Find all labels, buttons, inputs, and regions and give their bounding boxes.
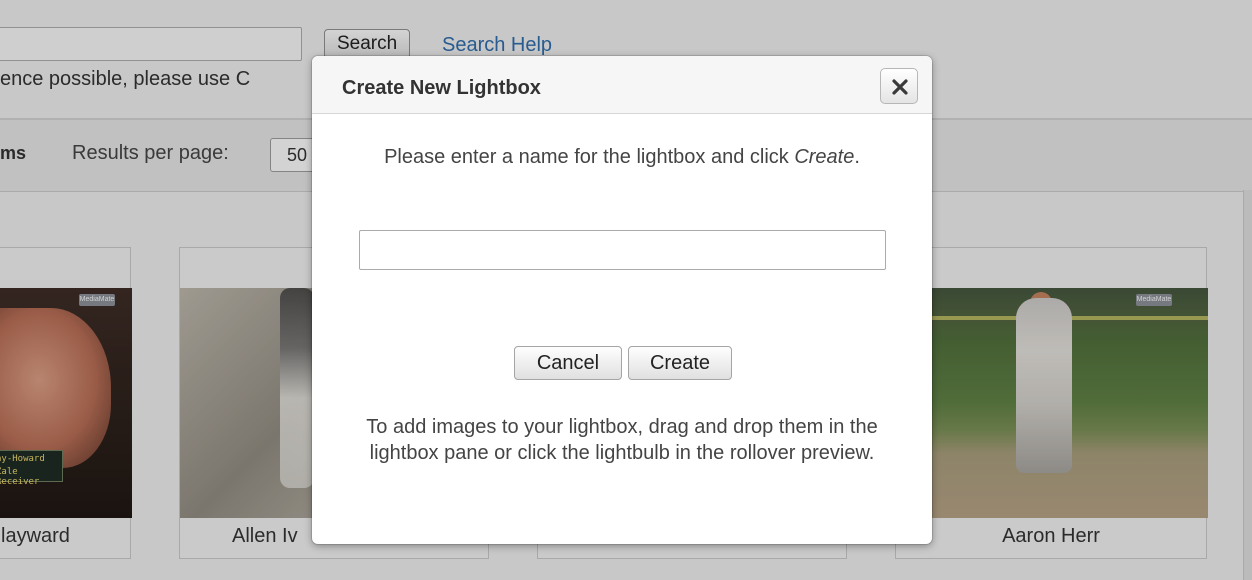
dialog-help-text: To add images to your lightbox, drag and… bbox=[366, 416, 878, 464]
close-button[interactable] bbox=[880, 68, 918, 104]
instruction-create-emphasis: Create bbox=[794, 146, 855, 168]
dialog-instruction: Please enter a name for the lightbox and… bbox=[342, 144, 902, 170]
create-button[interactable]: Create bbox=[628, 346, 732, 380]
dialog-header: Create New Lightbox bbox=[312, 56, 932, 114]
close-icon bbox=[892, 79, 908, 95]
instruction-period: . bbox=[854, 146, 860, 168]
lightbox-name-input[interactable] bbox=[359, 230, 886, 270]
create-lightbox-dialog: Create New Lightbox Please enter a name … bbox=[312, 56, 932, 544]
cancel-button[interactable]: Cancel bbox=[514, 346, 622, 380]
dialog-body: Please enter a name for the lightbox and… bbox=[312, 114, 932, 544]
instruction-text: Please enter a name for the lightbox and… bbox=[384, 146, 795, 168]
dialog-title: Create New Lightbox bbox=[342, 77, 541, 99]
